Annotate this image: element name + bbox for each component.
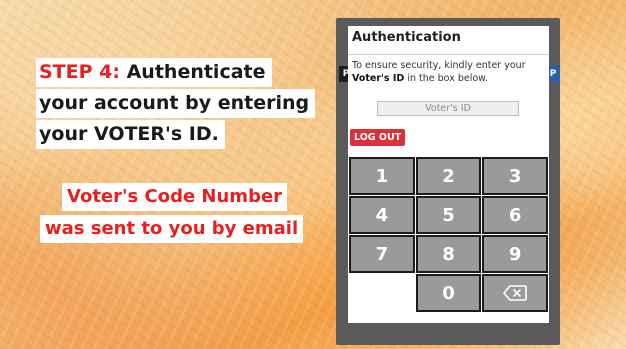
dialog-message: To ensure security, kindly enter your Vo… <box>352 59 547 85</box>
key-2[interactable]: 2 <box>415 157 482 195</box>
email-note-line-1: Voter's Code Number <box>62 183 288 211</box>
key-6[interactable]: 6 <box>482 196 548 234</box>
key-7[interactable]: 7 <box>349 235 415 273</box>
key-3[interactable]: 3 <box>482 157 548 195</box>
numeric-keypad: 1 2 3 4 5 6 7 8 9 0 <box>349 157 548 312</box>
authentication-dialog: Authentication To ensure security, kindl… <box>348 26 549 323</box>
email-note-line-2: was sent to you by email <box>40 215 304 243</box>
key-5[interactable]: 5 <box>415 196 482 234</box>
backspace-icon <box>503 285 527 301</box>
device-screen: P P Authentication To ensure security, k… <box>336 18 560 345</box>
key-4[interactable]: 4 <box>349 196 415 234</box>
instruction-line-1: STEP 4: Authenticate <box>36 58 272 87</box>
instruction-line-1-text: Authenticate <box>119 61 266 83</box>
title-divider <box>348 54 549 55</box>
key-0[interactable]: 0 <box>415 274 482 312</box>
key-9[interactable]: 9 <box>482 235 548 273</box>
key-8[interactable]: 8 <box>415 235 482 273</box>
instruction-line-3: your VOTER's ID. <box>36 120 225 149</box>
email-note: Voter's Code Number was sent to you by e… <box>40 183 310 247</box>
message-bold: Voter's ID <box>352 73 405 84</box>
step-label: STEP 4: <box>39 61 120 83</box>
instruction-line-2: your account by entering <box>36 89 316 118</box>
dialog-title: Authentication <box>352 30 461 45</box>
instruction-caption: STEP 4: Authenticate your account by ent… <box>36 58 316 151</box>
logout-button[interactable]: LOG OUT <box>350 129 406 146</box>
message-intro: To ensure security, kindly enter your <box>352 60 526 71</box>
backspace-key[interactable] <box>482 274 548 312</box>
message-rest: in the box below. <box>404 73 489 84</box>
voter-id-input[interactable] <box>377 101 519 116</box>
key-1[interactable]: 1 <box>349 157 415 195</box>
keypad-blank-cell <box>349 274 415 312</box>
